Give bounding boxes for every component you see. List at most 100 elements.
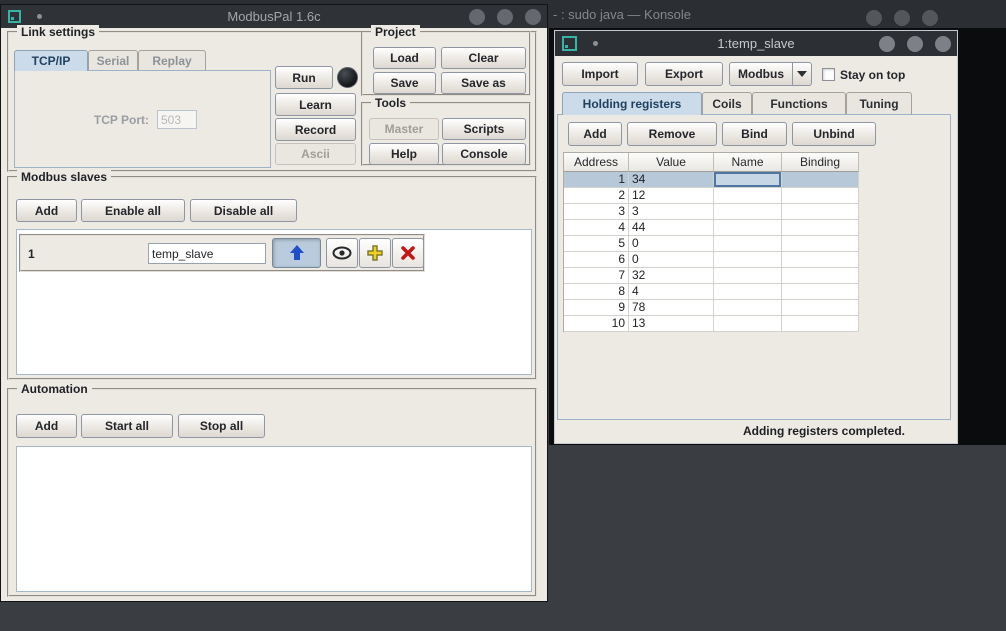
help-button[interactable]: Help bbox=[369, 143, 439, 165]
disable-all-button[interactable]: Disable all bbox=[190, 199, 297, 222]
name-cell[interactable] bbox=[714, 236, 782, 252]
minimize-button[interactable] bbox=[469, 9, 485, 25]
binding-cell[interactable] bbox=[782, 204, 859, 220]
tools-group: Tools Master Scripts Help Console bbox=[361, 102, 531, 166]
binding-cell[interactable] bbox=[782, 268, 859, 284]
konsole-minimize-button[interactable] bbox=[866, 10, 882, 26]
address-cell[interactable]: 1 bbox=[564, 172, 629, 188]
stay-on-top-checkbox[interactable] bbox=[822, 68, 835, 81]
value-header[interactable]: Value bbox=[629, 153, 714, 172]
address-cell[interactable]: 9 bbox=[564, 300, 629, 316]
name-cell[interactable] bbox=[714, 268, 782, 284]
name-cell[interactable] bbox=[714, 204, 782, 220]
add-slave-button[interactable]: Add bbox=[16, 199, 77, 222]
konsole-close-button[interactable] bbox=[922, 10, 938, 26]
add-function-button[interactable] bbox=[359, 238, 391, 268]
up-arrow-icon bbox=[289, 245, 305, 261]
address-header[interactable]: Address bbox=[564, 153, 629, 172]
close-button[interactable] bbox=[935, 36, 951, 52]
binding-cell[interactable] bbox=[782, 236, 859, 252]
konsole-maximize-button[interactable] bbox=[894, 10, 910, 26]
learn-button[interactable]: Learn bbox=[275, 93, 356, 116]
address-cell[interactable]: 8 bbox=[564, 284, 629, 300]
maximize-button[interactable] bbox=[907, 36, 923, 52]
value-cell[interactable]: 0 bbox=[629, 236, 714, 252]
binding-cell[interactable] bbox=[782, 172, 859, 188]
name-cell[interactable] bbox=[714, 300, 782, 316]
import-button[interactable]: Import bbox=[562, 62, 638, 86]
name-cell[interactable] bbox=[714, 188, 782, 204]
slave-id-label: 1 bbox=[28, 247, 35, 261]
value-cell[interactable]: 44 bbox=[629, 220, 714, 236]
tab-tuning[interactable]: Tuning bbox=[846, 92, 912, 114]
minimize-button[interactable] bbox=[879, 36, 895, 52]
value-cell[interactable]: 32 bbox=[629, 268, 714, 284]
remove-register-button[interactable]: Remove bbox=[627, 122, 717, 146]
bind-button[interactable]: Bind bbox=[722, 122, 787, 146]
name-cell[interactable] bbox=[714, 316, 782, 332]
value-cell[interactable]: 4 bbox=[629, 284, 714, 300]
binding-cell[interactable] bbox=[782, 300, 859, 316]
binding-cell[interactable] bbox=[782, 284, 859, 300]
address-cell[interactable]: 3 bbox=[564, 204, 629, 220]
binding-header[interactable]: Binding bbox=[782, 153, 859, 172]
tab-coils[interactable]: Coils bbox=[702, 92, 752, 114]
slave-window: 1:temp_slave Import Export Modbus Stay o… bbox=[554, 30, 958, 444]
add-register-button[interactable]: Add bbox=[568, 122, 622, 146]
address-cell[interactable]: 10 bbox=[564, 316, 629, 332]
slave-titlebar[interactable]: 1:temp_slave bbox=[555, 31, 957, 56]
value-cell[interactable]: 3 bbox=[629, 204, 714, 220]
value-cell[interactable]: 34 bbox=[629, 172, 714, 188]
save-as-button[interactable]: Save as bbox=[441, 72, 526, 94]
record-button[interactable]: Record bbox=[275, 118, 356, 141]
address-cell[interactable]: 7 bbox=[564, 268, 629, 284]
value-cell[interactable]: 78 bbox=[629, 300, 714, 316]
automation-list bbox=[16, 446, 532, 592]
start-all-button[interactable]: Start all bbox=[81, 414, 173, 438]
name-cell[interactable] bbox=[714, 172, 782, 188]
clear-button[interactable]: Clear bbox=[441, 47, 526, 69]
run-button[interactable]: Run bbox=[275, 66, 333, 89]
scripts-button[interactable]: Scripts bbox=[442, 118, 526, 140]
view-slave-button[interactable] bbox=[326, 238, 358, 268]
export-button[interactable]: Export bbox=[645, 62, 723, 86]
tab-replay[interactable]: Replay bbox=[138, 50, 206, 70]
binding-cell[interactable] bbox=[782, 316, 859, 332]
stop-all-button[interactable]: Stop all bbox=[178, 414, 265, 438]
registers-table: Address Value Name Binding 1 34 2 12 3 3… bbox=[563, 152, 859, 332]
name-cell[interactable] bbox=[714, 252, 782, 268]
enable-all-button[interactable]: Enable all bbox=[81, 199, 185, 222]
link-settings-title: Link settings bbox=[17, 25, 99, 39]
master-button: Master bbox=[369, 118, 439, 140]
tab-serial[interactable]: Serial bbox=[88, 50, 138, 70]
binding-cell[interactable] bbox=[782, 188, 859, 204]
load-button[interactable]: Load bbox=[373, 47, 436, 69]
binding-cell[interactable] bbox=[782, 252, 859, 268]
tab-functions[interactable]: Functions bbox=[752, 92, 846, 114]
address-cell[interactable]: 6 bbox=[564, 252, 629, 268]
remove-slave-button[interactable] bbox=[392, 238, 424, 268]
binding-cell[interactable] bbox=[782, 220, 859, 236]
value-cell[interactable]: 12 bbox=[629, 188, 714, 204]
name-cell[interactable] bbox=[714, 220, 782, 236]
address-cell[interactable]: 2 bbox=[564, 188, 629, 204]
close-button[interactable] bbox=[525, 9, 541, 25]
save-button[interactable]: Save bbox=[373, 72, 436, 94]
name-cell[interactable] bbox=[714, 284, 782, 300]
value-cell[interactable]: 0 bbox=[629, 252, 714, 268]
tab-holding-registers[interactable]: Holding registers bbox=[562, 92, 702, 115]
add-automation-button[interactable]: Add bbox=[16, 414, 77, 438]
value-cell[interactable]: 13 bbox=[629, 316, 714, 332]
tab-tcpip[interactable]: TCP/IP bbox=[14, 50, 88, 71]
tcp-port-label: TCP Port: bbox=[55, 113, 149, 127]
address-cell[interactable]: 4 bbox=[564, 220, 629, 236]
name-header[interactable]: Name bbox=[714, 153, 782, 172]
unbind-button[interactable]: Unbind bbox=[792, 122, 876, 146]
slave-name-input[interactable] bbox=[148, 243, 266, 264]
modbuspal-window-body: Link settings TCP/IP Serial Replay TCP P… bbox=[1, 28, 547, 601]
address-cell[interactable]: 5 bbox=[564, 236, 629, 252]
enable-slave-toggle[interactable] bbox=[272, 238, 321, 268]
maximize-button[interactable] bbox=[497, 9, 513, 25]
console-button[interactable]: Console bbox=[442, 143, 526, 165]
modbus-mode-dropdown[interactable]: Modbus bbox=[729, 62, 812, 86]
